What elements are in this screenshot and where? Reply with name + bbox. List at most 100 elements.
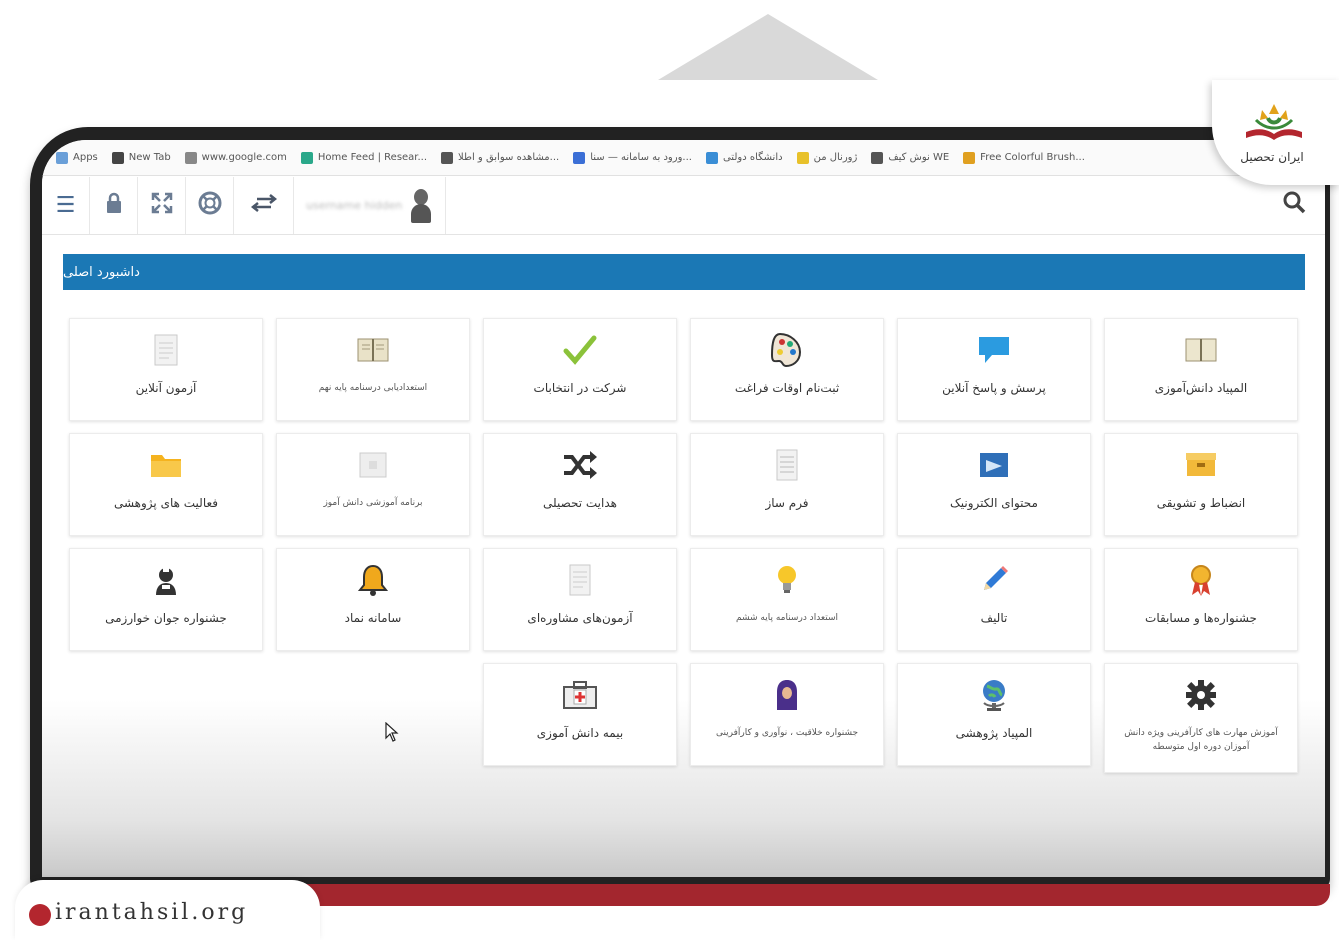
fullscreen-icon — [151, 192, 173, 220]
tile-label: محتوای الکترونیک — [950, 496, 1038, 510]
bookmark-item[interactable]: ژورنال من — [796, 151, 857, 164]
brand-logo: ایران تحصیل — [1212, 80, 1339, 185]
menu-button[interactable]: ☰ — [42, 177, 90, 234]
edge-icon — [573, 151, 586, 164]
hijab-user-icon — [777, 680, 797, 710]
transfer-button[interactable] — [234, 177, 294, 234]
bookmark-item[interactable]: New Tab — [111, 151, 171, 164]
avatar — [409, 188, 433, 223]
camera-icon — [441, 151, 454, 164]
tile-label: المپیاد پژوهشی — [955, 726, 1033, 740]
tile-label: پرسش و پاسخ آنلاین — [942, 381, 1046, 395]
tile-entrepreneurship-training[interactable]: آموزش مهارت های کارآفرینی ویژه دانش آموز… — [1104, 663, 1298, 773]
support-icon — [198, 191, 222, 221]
tile-talent-grade6[interactable]: استعداد درسنامه پایه ششم — [690, 548, 884, 651]
fullscreen-button[interactable] — [138, 177, 186, 234]
tile-kharazmi-festival[interactable]: جشنواره جوان خوارزمی — [69, 548, 263, 651]
tile-academic-guidance[interactable]: هدایت تحصیلی — [483, 433, 677, 536]
tile-namad-system[interactable]: سامانه نماد — [276, 548, 470, 651]
tile-label: تالیف — [980, 611, 1008, 625]
tile-research-olympiad[interactable]: المپیاد پژوهشی — [897, 663, 1091, 766]
tile-label: جشنواره‌ها و مسابقات — [1145, 611, 1257, 625]
globe-icon — [111, 151, 124, 164]
tile-label: استعدادیابی درسنامه پایه نهم — [318, 383, 428, 393]
browser-screen: Apps New Tab www.google.com Home Feed | Res… — [42, 140, 1325, 877]
lightbulb-icon — [778, 566, 796, 593]
tile-elections[interactable]: شرکت در انتخابات — [483, 318, 677, 421]
tile-label: استعداد درسنامه پایه ششم — [735, 613, 839, 623]
page-title-bar: داشبورد اصلی — [63, 254, 1305, 290]
page-title: داشبورد اصلی — [63, 264, 140, 280]
bookmark-item[interactable]: Apps — [56, 151, 98, 164]
tile-label: انضباط و تشویقی — [1156, 496, 1246, 510]
tile-label: آزمون‌های مشاوره‌ای — [527, 611, 633, 625]
bookmark-item[interactable]: www.google.com — [184, 151, 287, 164]
tile-label: المپیاد دانش‌آموزی — [1154, 381, 1248, 395]
window-icon — [359, 452, 387, 478]
bookmark-label: نوش كيف WE — [888, 152, 950, 163]
logo-emblem-icon — [1246, 104, 1302, 140]
tile-e-content[interactable]: محتوای الکترونیک — [897, 433, 1091, 536]
bookmark-item[interactable]: ورود به سامانه — سنا... — [573, 151, 692, 164]
tile-student-olympiad[interactable]: المپیاد دانش‌آموزی — [1104, 318, 1298, 421]
bookmark-label: دانشگاه دولتی — [722, 152, 783, 163]
gear-icon — [1186, 680, 1216, 710]
tile-discipline[interactable]: انضباط و تشویقی — [1104, 433, 1298, 536]
tile-authoring[interactable]: تالیف — [897, 548, 1091, 651]
bookmark-label: New Tab — [128, 152, 171, 163]
tile-online-qa[interactable]: پرسش و پاسخ آنلاین — [897, 318, 1091, 421]
menu-icon: ☰ — [55, 193, 76, 218]
lock-icon — [104, 192, 124, 220]
document-icon — [154, 334, 178, 366]
tile-label: جشنواره جوان خوارزمی — [105, 611, 227, 625]
bookmark-label: www.google.com — [201, 152, 287, 163]
tile-label: شرکت در انتخابات — [533, 381, 627, 395]
form-icon — [776, 449, 798, 481]
tile-counseling-exams[interactable]: آزمون‌های مشاوره‌ای — [483, 548, 677, 651]
tile-label: هدایت تحصیلی — [543, 496, 617, 510]
support-button[interactable] — [186, 177, 234, 234]
site-watermark: irantahsil.org — [15, 880, 320, 940]
tile-label: سامانه نماد — [344, 611, 402, 625]
book-icon — [357, 338, 389, 362]
bookmark-item[interactable]: مشاهده سوابق و اطلا... — [441, 151, 559, 164]
star-icon — [796, 151, 809, 164]
apps-grid-icon — [56, 151, 68, 164]
tile-research-activities[interactable]: فعالیت های پژوهشی — [69, 433, 263, 536]
user-name: username hidden — [306, 199, 403, 212]
first-aid-kit-icon — [563, 681, 597, 709]
brush-icon — [963, 151, 976, 164]
chat-bubble-icon — [979, 337, 1009, 363]
bookmarks-bar: Apps New Tab www.google.com Home Feed | Res… — [42, 140, 1325, 176]
search-button[interactable] — [1281, 189, 1307, 221]
tile-student-insurance[interactable]: بیمه دانش آموزی — [483, 663, 677, 766]
presentation-icon — [980, 453, 1008, 477]
tile-festivals-competitions[interactable]: جشنواره‌ها و مسابقات — [1104, 548, 1298, 651]
mouse-cursor-icon — [385, 721, 399, 747]
bookmark-item[interactable]: Home Feed | Resear... — [300, 151, 427, 164]
bookmark-label: ورود به سامانه — سنا... — [590, 152, 692, 163]
module-grid: آزمون آنلاین استعدادیابی درسنامه پایه نه… — [69, 318, 1301, 778]
bookmark-item[interactable]: دانشگاه دولتی — [705, 151, 783, 164]
frame-accent-strip — [300, 884, 1330, 906]
tile-form-builder[interactable]: فرم ساز — [690, 433, 884, 536]
tile-online-exam[interactable]: آزمون آنلاین — [69, 318, 263, 421]
tile-label: آزمون آنلاین — [135, 381, 197, 395]
bookmark-item[interactable]: نوش كيف WE — [871, 151, 950, 164]
tile-label: جشنواره خلاقیت ، نوآوری و کارآفرینی — [715, 728, 859, 738]
tile-talent-grade9[interactable]: استعدادیابی درسنامه پایه نهم — [276, 318, 470, 421]
transfer-icon — [249, 193, 279, 219]
bookmark-item[interactable]: Free Colorful Brush... — [963, 151, 1085, 164]
tile-leisure-registration[interactable]: ثبت‌نام اوقات فراغت — [690, 318, 884, 421]
bell-icon — [357, 564, 389, 596]
tile-innovation-festival[interactable]: جشنواره خلاقیت ، نوآوری و کارآفرینی — [690, 663, 884, 766]
circle-icon — [705, 151, 718, 164]
decorative-triangle — [658, 14, 878, 80]
watermark-text: irantahsil.org — [55, 900, 249, 925]
tile-label: ثبت‌نام اوقات فراغت — [734, 381, 840, 395]
dashboard-toolbar: ☰ username hidden — [42, 177, 1325, 235]
tile-label: فرم ساز — [765, 496, 809, 510]
tile-student-program[interactable]: برنامه آموزشی دانش آموز — [276, 433, 470, 536]
user-menu[interactable]: username hidden — [294, 177, 446, 234]
lock-button[interactable] — [90, 177, 138, 234]
